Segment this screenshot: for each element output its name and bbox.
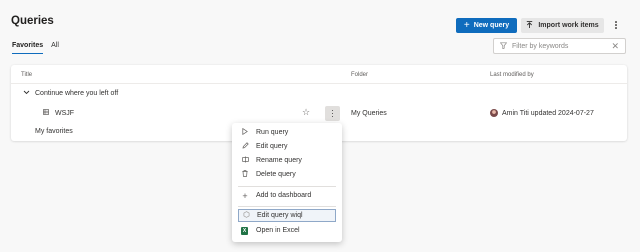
star-icon[interactable]: ☆ xyxy=(302,107,310,118)
upload-icon xyxy=(526,20,533,31)
play-icon xyxy=(241,127,249,137)
plus-icon: + xyxy=(242,190,248,201)
tab-bar: Favorites All xyxy=(12,42,59,54)
menu-item-label: Delete query xyxy=(256,171,296,178)
menu-item-edit-query-wiql[interactable]: Edit query wiql xyxy=(238,209,336,222)
avatar xyxy=(490,109,498,117)
menu-item-label: Edit query wiql xyxy=(257,212,303,219)
row-more-button[interactable] xyxy=(325,106,340,121)
plus-icon: + xyxy=(463,19,470,31)
menu-item-edit-query[interactable]: Edit query xyxy=(238,140,336,153)
excel-icon: X xyxy=(241,226,248,235)
column-header-last-modified[interactable]: Last modified by xyxy=(490,72,534,78)
my-favorites-label: My favorites xyxy=(35,128,73,135)
page-title: Queries xyxy=(11,15,54,27)
last-modified-text: Amin Titi updated 2024-07-27 xyxy=(502,109,594,117)
tab-favorites[interactable]: Favorites xyxy=(12,42,44,54)
group-row[interactable]: Continue where you left off xyxy=(23,90,118,97)
menu-item-label: Run query xyxy=(256,129,289,136)
column-header-title[interactable]: Title xyxy=(21,72,32,78)
context-menu: Run query Edit query Rename query Delete… xyxy=(232,123,342,242)
rename-icon xyxy=(241,156,249,165)
query-title: WSJF xyxy=(55,109,75,117)
more-actions-icon[interactable] xyxy=(612,19,620,31)
menu-item-delete-query[interactable]: Delete query xyxy=(238,168,336,181)
menu-divider xyxy=(238,206,336,207)
last-modified-cell: Amin Titi updated 2024-07-27 xyxy=(490,109,594,117)
import-work-items-label: Import work items xyxy=(538,22,599,29)
menu-item-label: Add to dashboard xyxy=(256,192,312,199)
chevron-down-icon xyxy=(23,90,30,97)
filter-icon xyxy=(499,41,508,51)
import-work-items-button[interactable]: Import work items xyxy=(521,18,604,33)
new-query-button[interactable]: + New query xyxy=(456,18,517,33)
filter-input[interactable]: Filter by keywords ✕ xyxy=(493,38,626,54)
close-icon[interactable]: ✕ xyxy=(611,41,619,51)
wiql-icon xyxy=(242,211,250,220)
header-divider xyxy=(11,83,627,84)
menu-divider xyxy=(238,186,336,187)
menu-item-label: Edit query xyxy=(256,143,288,150)
folder-cell: My Queries xyxy=(351,110,387,117)
menu-item-label: Open in Excel xyxy=(256,227,300,234)
menu-item-rename-query[interactable]: Rename query xyxy=(238,154,336,167)
new-query-label: New query xyxy=(473,22,510,29)
column-header-folder[interactable]: Folder xyxy=(351,72,368,78)
menu-item-run-query[interactable]: Run query xyxy=(238,126,336,139)
group-label: Continue where you left off xyxy=(35,90,119,97)
pencil-icon xyxy=(241,142,249,151)
menu-item-label: Rename query xyxy=(256,157,302,164)
query-list-icon xyxy=(43,109,49,117)
query-title-cell[interactable]: WSJF xyxy=(43,109,74,117)
filter-placeholder: Filter by keywords xyxy=(512,42,569,50)
tab-all[interactable]: All xyxy=(51,42,59,54)
trash-icon xyxy=(241,170,249,179)
menu-item-open-in-excel[interactable]: X Open in Excel xyxy=(238,224,336,237)
menu-item-add-to-dashboard[interactable]: + Add to dashboard xyxy=(238,189,336,202)
